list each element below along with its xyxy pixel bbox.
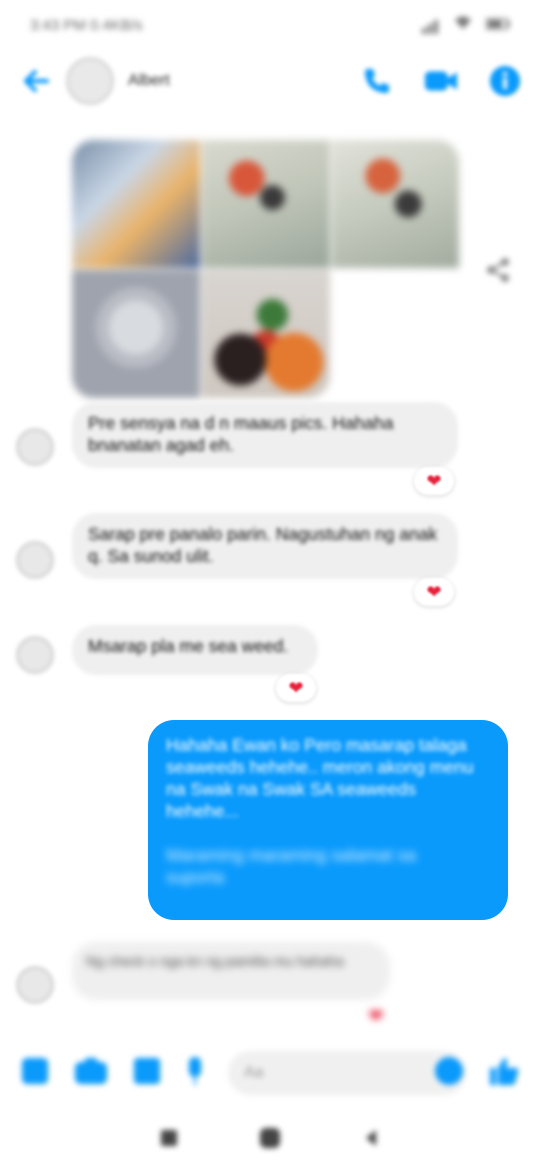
back-nav-icon[interactable]	[361, 1128, 381, 1153]
status-time: 3:43 PM 0.4KB/s	[30, 16, 143, 34]
avatar[interactable]	[16, 541, 54, 579]
recents-icon[interactable]	[159, 1128, 179, 1153]
incoming-message[interactable]: Sarap pre panalo parin. Nagustuhan ng an…	[72, 513, 458, 579]
message-input[interactable]: Aa	[228, 1051, 466, 1095]
avatar[interactable]	[16, 966, 54, 1004]
incoming-message[interactable]: Pre sensya na d n maaus pics. Hahaha bna…	[72, 402, 458, 468]
message-input-placeholder: Aa	[244, 1064, 264, 1081]
grid-menu-icon[interactable]	[20, 1056, 50, 1091]
avatar[interactable]	[16, 636, 54, 674]
shared-photos[interactable]	[72, 140, 459, 398]
status-bar: 3:43 PM 0.4KB/s	[0, 0, 540, 50]
heart-icon: ❤	[426, 582, 442, 602]
camera-icon[interactable]	[74, 1057, 108, 1090]
arrow-left-icon[interactable]	[18, 63, 54, 99]
heart-icon: ❤	[426, 471, 442, 491]
photo-3[interactable]	[332, 140, 459, 268]
system-nav-bar	[0, 1110, 540, 1170]
video-camera-icon[interactable]	[424, 64, 458, 98]
avatar[interactable]	[16, 428, 54, 466]
image-icon[interactable]	[132, 1056, 162, 1091]
message-reaction[interactable]: ❤	[276, 674, 316, 702]
message-text: Msarap pla me sea weed.	[88, 636, 289, 656]
status-icons	[422, 16, 510, 34]
message-composer: Aa	[0, 1040, 540, 1106]
home-icon[interactable]	[258, 1126, 282, 1155]
photo-4[interactable]	[72, 270, 200, 398]
heart-icon: ❤	[288, 678, 304, 698]
message-text: Hahaha Ewan ko Pero masarap talaga seawe…	[166, 735, 474, 821]
message-reaction[interactable]: ❤	[356, 1002, 396, 1030]
emoji-icon[interactable]	[434, 1056, 464, 1091]
heart-icon: ❤	[368, 1006, 384, 1026]
incoming-message[interactable]: Ng check o nga kn ng pamilia mu hahaha	[72, 942, 390, 1000]
photo-1[interactable]	[72, 140, 200, 268]
message-text-continued: Maraming maraming salamat sa suporta	[166, 845, 416, 887]
message-reaction[interactable]: ❤	[414, 467, 454, 495]
chat-header: Albert	[0, 50, 540, 112]
thumbs-up-icon[interactable]	[488, 1056, 520, 1091]
contact-name[interactable]: Albert	[128, 72, 360, 90]
photo-2[interactable]	[202, 140, 330, 268]
phone-icon[interactable]	[360, 64, 394, 98]
message-text: Pre sensya na d n maaus pics. Hahaha bna…	[88, 413, 394, 455]
share-icon[interactable]	[478, 250, 518, 290]
battery-icon	[485, 16, 510, 34]
message-text: Sarap pre panalo parin. Nagustuhan ng an…	[88, 524, 438, 566]
message-reaction[interactable]: ❤	[414, 578, 454, 606]
info-icon[interactable]	[488, 64, 522, 98]
message-text: Ng check o nga kn ng pamilia mu hahaha	[86, 953, 344, 969]
photo-5[interactable]	[202, 270, 330, 398]
incoming-message[interactable]: Msarap pla me sea weed.	[72, 625, 318, 675]
wifi-icon	[454, 16, 472, 34]
outgoing-message[interactable]: Hahaha Ewan ko Pero masarap talaga seawe…	[148, 720, 508, 920]
microphone-icon[interactable]	[186, 1056, 204, 1091]
signal-icon	[422, 17, 440, 34]
contact-avatar[interactable]	[66, 57, 114, 105]
